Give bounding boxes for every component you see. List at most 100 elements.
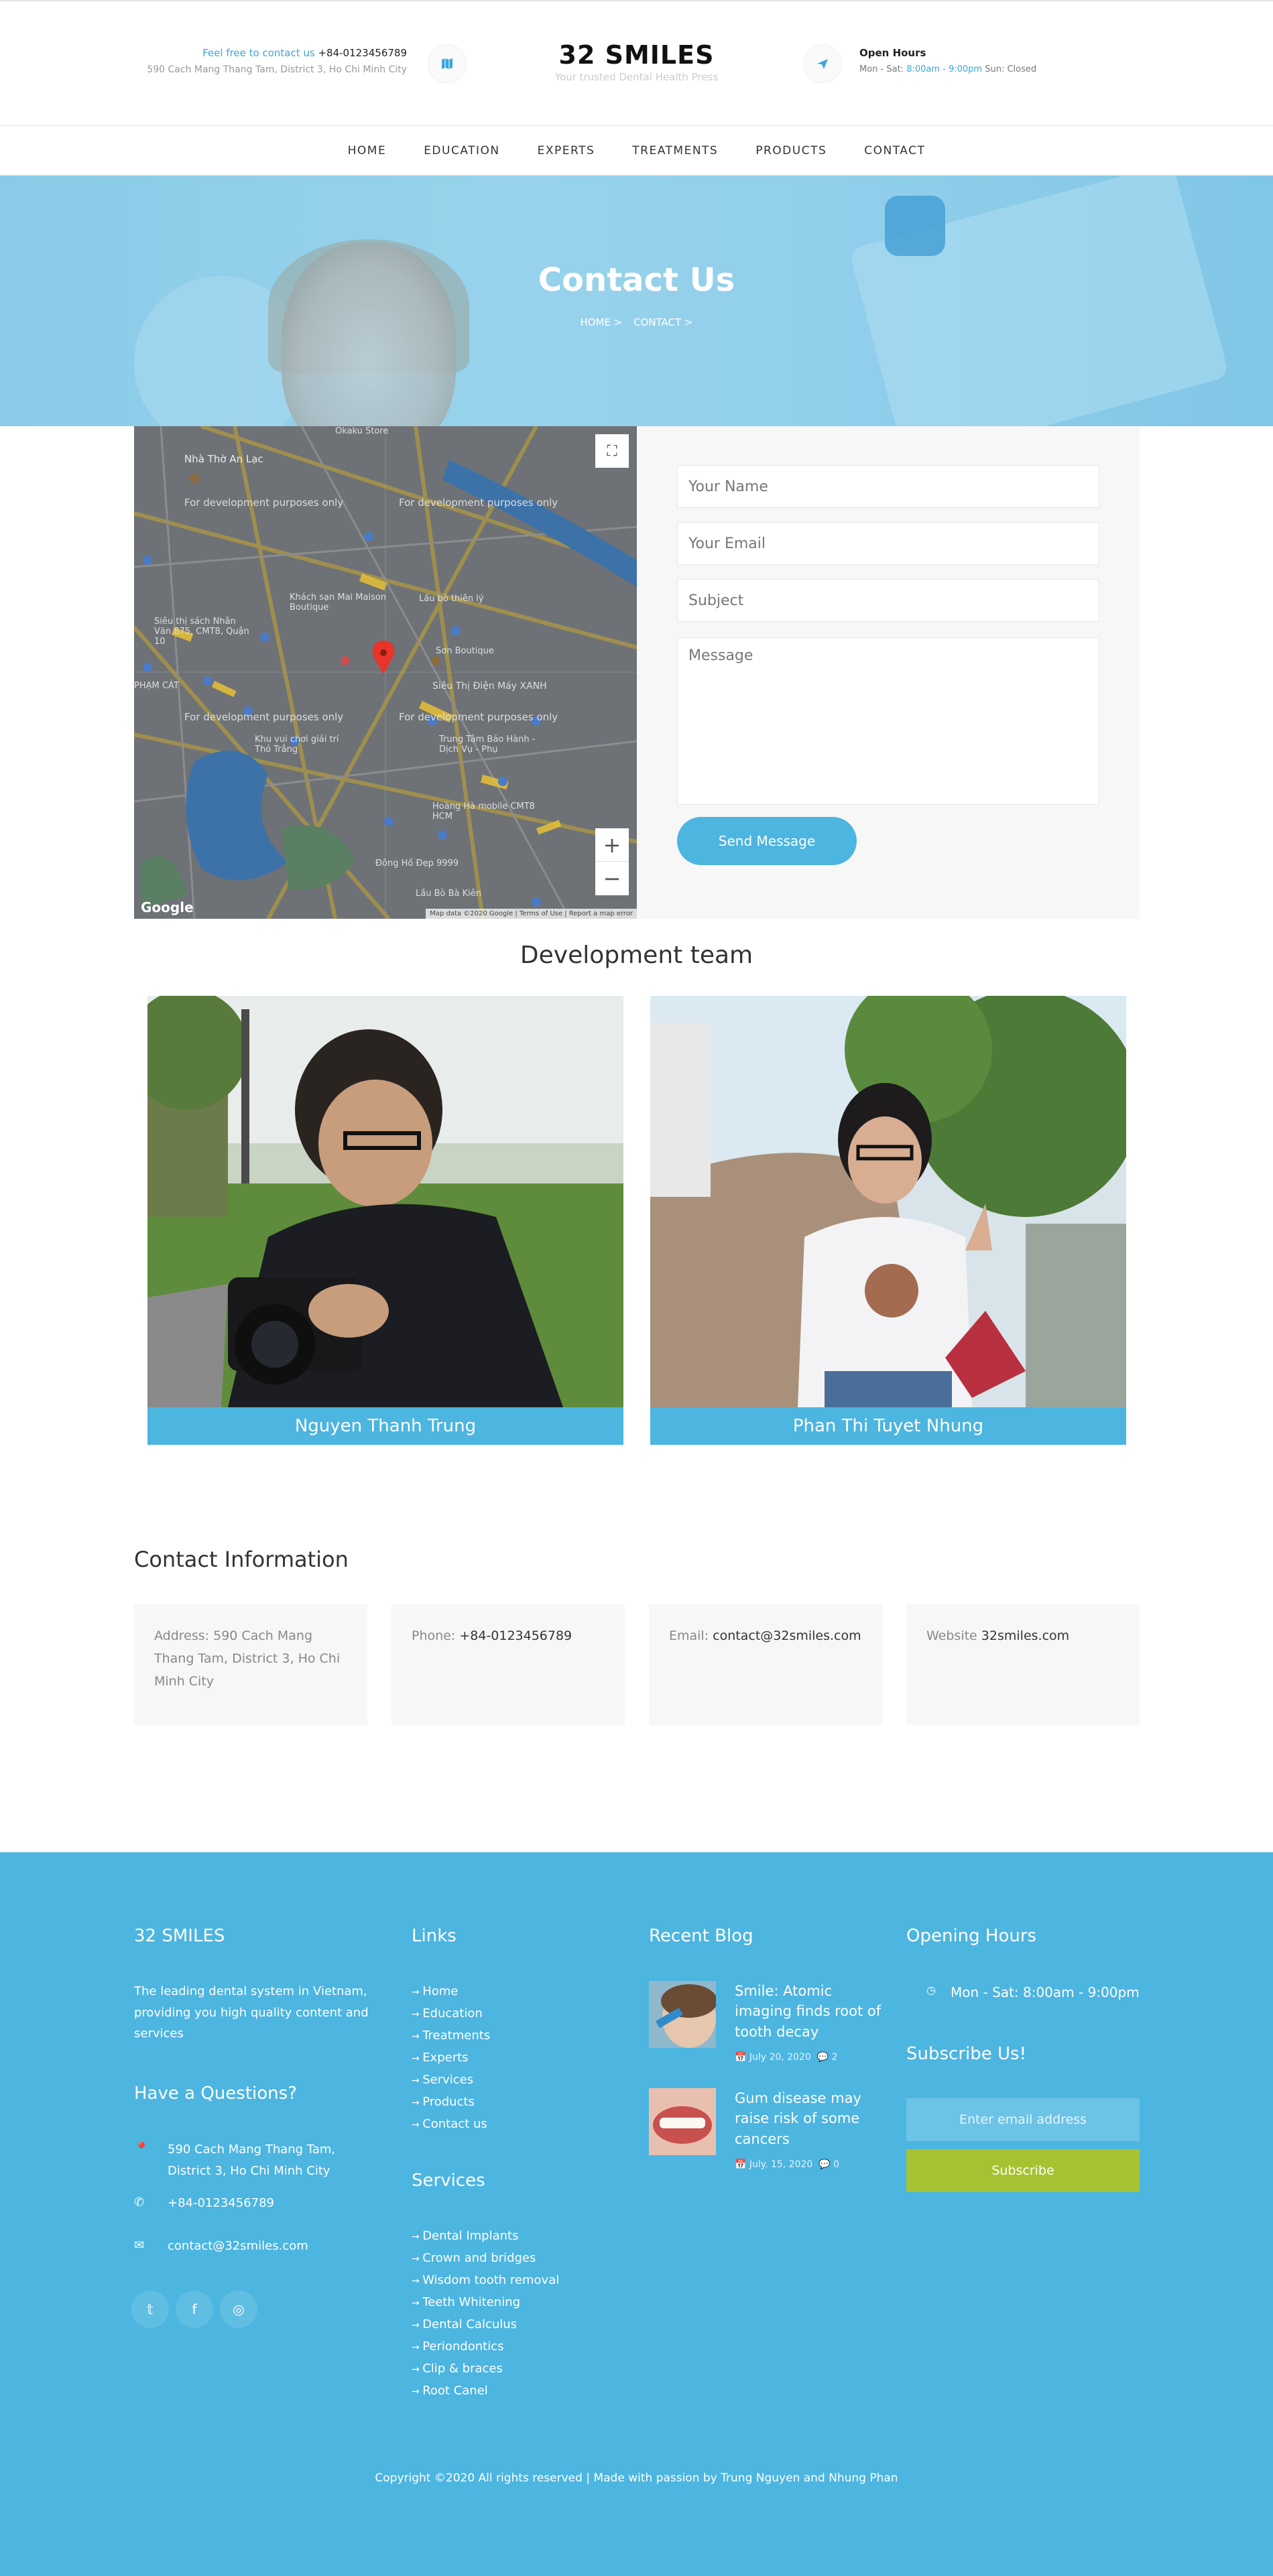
footer-link[interactable]: Treatments bbox=[412, 2025, 490, 2047]
footer-link[interactable]: Services bbox=[412, 2069, 490, 2091]
message-textarea[interactable]: Message bbox=[677, 637, 1099, 805]
facebook-icon[interactable]: f bbox=[176, 2291, 213, 2328]
website-value[interactable]: 32smiles.com bbox=[981, 1628, 1069, 1643]
footer-service-link[interactable]: Root Canel bbox=[412, 2380, 559, 2402]
map-place-label: Khách sạn Mai Maison Boutique bbox=[290, 592, 387, 613]
blog-meta: 📅 July. 15, 2020 💬 0 bbox=[735, 2159, 840, 2170]
map-place-label: Trung Tâm Bảo Hành - Dịch Vụ - Phụ bbox=[439, 734, 536, 755]
blog-date: July 20, 2020 bbox=[749, 2052, 811, 2063]
map-zoom-controls: + − bbox=[595, 828, 629, 895]
subscribe-email-input[interactable]: Enter email address bbox=[906, 2098, 1140, 2141]
nav-contact[interactable]: CONTACT bbox=[864, 144, 925, 157]
email-value[interactable]: contact@32smiles.com bbox=[713, 1628, 861, 1643]
footer-questions-title: Have a Questions? bbox=[134, 2083, 297, 2104]
nav-experts[interactable]: EXPERTS bbox=[538, 144, 595, 157]
map-place-label: Lầu Bò Bà Kiên bbox=[416, 889, 481, 899]
member-name: Phan Thi Tuyet Nhung bbox=[650, 1407, 1126, 1445]
envelope-icon: ✉ bbox=[134, 2238, 145, 2252]
map-fullscreen-button[interactable]: ⛶ bbox=[595, 434, 629, 468]
contact-info-title: Contact Information bbox=[134, 1547, 349, 1572]
footer-link[interactable]: Experts bbox=[412, 2047, 490, 2069]
phone-label: Phone: bbox=[412, 1628, 456, 1643]
instagram-icon[interactable]: ◎ bbox=[220, 2291, 257, 2328]
footer-blog-title: Recent Blog bbox=[649, 1926, 753, 1946]
phone-value[interactable]: +84-0123456789 bbox=[459, 1628, 572, 1643]
footer-email[interactable]: contact@32smiles.com bbox=[168, 2236, 308, 2257]
send-icon bbox=[803, 44, 842, 83]
map-place-label: Okaku Store bbox=[335, 426, 389, 436]
nav-education[interactable]: EDUCATION bbox=[424, 144, 499, 157]
map-place-label: Khu vui chơi giải trí Thỏ Trắng bbox=[255, 734, 339, 755]
nav-treatments[interactable]: TREATMENTS bbox=[632, 144, 718, 157]
subject-input[interactable]: Subject bbox=[677, 579, 1099, 622]
map-place-label: PHẠM CÁT bbox=[134, 681, 179, 691]
hours-prefix: Mon - Sat: bbox=[859, 64, 904, 74]
footer-phone[interactable]: +84-0123456789 bbox=[168, 2193, 274, 2214]
contact-info-phone: Phone: +84-0123456789 bbox=[391, 1604, 625, 1725]
copyright: Copyright ©2020 All rights reserved | Ma… bbox=[375, 2471, 898, 2485]
footer-links-title: Links bbox=[412, 1926, 457, 1946]
map-marker-icon: 📍 bbox=[134, 2142, 149, 2156]
phone-icon: ✆ bbox=[134, 2195, 145, 2209]
footer: 32 SMILES The leading dental system in V… bbox=[0, 1852, 1273, 2576]
google-map[interactable]: Nhà Thờ An Lạc Siêu thị sách Nhân Văn 87… bbox=[134, 426, 637, 919]
footer-services-title: Services bbox=[412, 2171, 485, 2191]
footer-service-link[interactable]: Dental Calculus bbox=[412, 2314, 559, 2336]
map-dev-label: For development purposes only bbox=[399, 711, 558, 723]
hours-suffix: Sun: Closed bbox=[985, 64, 1037, 74]
footer-link[interactable]: Products bbox=[412, 2091, 490, 2114]
contact-form: Your Name Your Email Subject Message Sen… bbox=[637, 426, 1140, 919]
main-nav: HOME EDUCATION EXPERTS TREATMENTS PRODUC… bbox=[0, 125, 1273, 176]
breadcrumb-current: CONTACT > bbox=[633, 316, 693, 328]
contact-info-email: Email: contact@32smiles.com bbox=[649, 1604, 882, 1725]
name-input[interactable]: Your Name bbox=[677, 465, 1099, 508]
hero-overlay bbox=[0, 176, 1273, 426]
contact-info-website: Website 32smiles.com bbox=[906, 1604, 1140, 1725]
map-place-label: Siêu thị sách Nhân Văn 875, CMT8, Quận 1… bbox=[154, 617, 249, 647]
footer-link[interactable]: Contact us bbox=[412, 2114, 490, 2136]
nav-products[interactable]: PRODUCTS bbox=[755, 144, 827, 157]
blog-title[interactable]: Gum disease may raise risk of some cance… bbox=[735, 2088, 882, 2149]
email-input[interactable]: Your Email bbox=[677, 522, 1099, 565]
footer-service-link[interactable]: Crown and bridges bbox=[412, 2248, 559, 2270]
zoom-in-button[interactable]: + bbox=[595, 828, 629, 862]
brand-name[interactable]: 32 SMILES bbox=[0, 40, 1273, 70]
map-place-label: Đông Hồ Đẹp 9999 bbox=[375, 858, 459, 868]
footer-hours-title: Opening Hours bbox=[906, 1926, 1037, 1946]
blog-title[interactable]: Smile: Atomic imaging finds root of toot… bbox=[735, 1981, 882, 2042]
footer-service-link[interactable]: Clip & braces bbox=[412, 2358, 559, 2380]
footer-service-link[interactable]: Periondontics bbox=[412, 2336, 559, 2358]
map-dev-label: For development purposes only bbox=[399, 497, 558, 509]
footer-brand: 32 SMILES bbox=[134, 1926, 225, 1946]
footer-service-link[interactable]: Wisdom tooth removal bbox=[412, 2270, 559, 2292]
subscribe-button[interactable]: Subscribe bbox=[906, 2149, 1140, 2192]
nav-home[interactable]: HOME bbox=[348, 144, 387, 157]
team-title: Development team bbox=[520, 942, 753, 969]
blog-thumbnail[interactable] bbox=[649, 2088, 716, 2155]
breadcrumb-home[interactable]: HOME > bbox=[580, 316, 622, 328]
footer-service-link[interactable]: Teeth Whitening bbox=[412, 2292, 559, 2314]
header-hours: Open Hours Mon - Sat: 8:00am - 9:00pm Su… bbox=[859, 47, 1036, 74]
website-label: Website bbox=[926, 1628, 977, 1643]
footer-hours: Mon - Sat: 8:00am - 9:00pm bbox=[951, 1984, 1140, 2000]
blog-comments: 2 bbox=[831, 2052, 838, 2063]
zoom-out-button[interactable]: − bbox=[595, 862, 629, 895]
map-dev-label: For development purposes only bbox=[184, 497, 344, 509]
footer-link[interactable]: Home bbox=[412, 1981, 490, 2003]
twitter-icon[interactable]: 𝕥 bbox=[131, 2291, 169, 2328]
brand[interactable]: 32 SMILES Your trusted Dental Health Pre… bbox=[0, 40, 1273, 83]
footer-link[interactable]: Education bbox=[412, 2003, 490, 2025]
hours-time: 8:00am - 9:00pm bbox=[906, 64, 983, 74]
send-message-button[interactable]: Send Message bbox=[677, 817, 857, 865]
map-dev-label: For development purposes only bbox=[184, 711, 344, 723]
map-place-label: Siêu Thị Điện Máy XANH bbox=[432, 681, 547, 692]
member-name: Nguyen Thanh Trung bbox=[147, 1407, 623, 1445]
map-place-label: Nhà Thờ An Lạc bbox=[184, 453, 263, 465]
clock-icon: ◷ bbox=[926, 1984, 936, 1996]
map-place-label: Lầu bò thiên lý bbox=[419, 594, 484, 604]
header-topbar: Feel free to contact us +84-0123456789 5… bbox=[0, 0, 1273, 125]
footer-service-link[interactable]: Dental Implants bbox=[412, 2226, 559, 2248]
map-attribution[interactable]: Map data ©2020 Google | Terms of Use | R… bbox=[426, 909, 637, 919]
contact-row: Nhà Thờ An Lạc Siêu thị sách Nhân Văn 87… bbox=[0, 426, 1273, 919]
blog-thumbnail[interactable] bbox=[649, 1981, 716, 2048]
